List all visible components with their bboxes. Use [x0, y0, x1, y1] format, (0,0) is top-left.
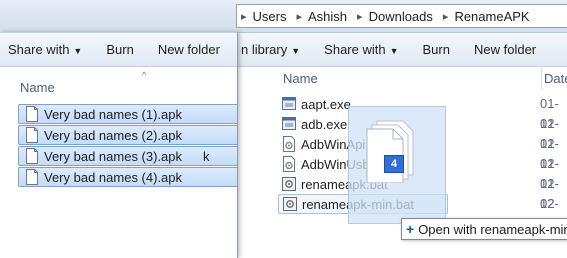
stacked-files-icon — [366, 120, 414, 183]
breadcrumb-chevron-icon: ▸ — [241, 10, 247, 23]
exe-icon — [282, 117, 296, 130]
drop-tooltip-text: Open with renameapk-min — [418, 221, 567, 237]
selected-list-item[interactable]: Very bad names (2).apk — [18, 125, 237, 145]
bat-icon — [282, 177, 296, 191]
exe-icon — [282, 97, 296, 110]
address-bar-area: ▸ Users ▸ Ashish ▸ Downloads ▸ RenameAPK — [0, 0, 567, 33]
file-name: aapt.exe — [301, 96, 351, 112]
bat-icon — [283, 197, 297, 211]
file-icon — [26, 127, 38, 143]
date-cell: 01-12 — [540, 96, 559, 131]
include-in-library-button[interactable]: n library ▼ — [237, 42, 312, 57]
burn-button[interactable]: Burn — [94, 42, 145, 57]
date-column-header[interactable]: Date — [541, 66, 567, 90]
date-cell: 01-12 — [540, 176, 559, 211]
breadcrumb-chevron-icon: ▸ — [296, 10, 303, 23]
sort-ascending-icon: ^ — [142, 70, 147, 80]
selected-list-item[interactable]: Very bad names (1).apk — [18, 104, 237, 124]
new-folder-button[interactable]: New folder — [146, 42, 232, 57]
stray-text: k — [203, 148, 210, 164]
date-cell: 01-12 — [540, 156, 559, 191]
front-toolbar: Share with ▼ Burn New folder — [0, 32, 237, 67]
share-with-button[interactable]: Share with ▼ — [312, 42, 410, 57]
date-cell: 01-12 — [540, 136, 559, 171]
drop-tooltip: + Open with renameapk-min — [401, 218, 567, 240]
file-name: Very bad names (4).apk — [44, 169, 183, 185]
burn-button[interactable]: Burn — [411, 42, 462, 57]
selected-list-item[interactable]: Very bad names (4).apk — [18, 167, 237, 187]
back-toolbar: n library ▼ Share with ▼ Burn New folder — [237, 33, 567, 67]
selected-list-item[interactable]: Very bad names (3).apk k — [18, 146, 237, 166]
dropdown-caret-icon: ▼ — [291, 46, 301, 56]
breadcrumb-chevron-icon: ▸ — [357, 10, 363, 23]
dll-icon — [283, 156, 295, 172]
date-cell: 01-12 — [540, 116, 559, 151]
breadcrumb-users[interactable]: Users — [251, 9, 293, 24]
file-icon — [26, 106, 38, 122]
new-folder-button[interactable]: New folder — [462, 42, 548, 57]
dll-icon — [283, 136, 295, 152]
dropdown-caret-icon: ▼ — [389, 46, 399, 56]
drag-count-badge: 4 — [384, 155, 404, 173]
breadcrumb-downloads[interactable]: Downloads — [367, 9, 439, 24]
file-icon — [26, 169, 38, 185]
dropdown-caret-icon: ▼ — [73, 46, 83, 56]
date-column: 01-12 01-12 01-12 01-12 01-12 02-12 — [540, 94, 567, 231]
breadcrumb-renameapk[interactable]: RenameAPK — [452, 9, 535, 24]
breadcrumb-chevron-icon: ▸ — [442, 10, 449, 23]
file-name: adb.exe — [301, 116, 348, 132]
front-file-list: Very bad names (1).apk Very bad names (2… — [18, 104, 237, 187]
file-icon — [26, 148, 38, 164]
share-with-button[interactable]: Share with ▼ — [0, 42, 94, 57]
name-column-header[interactable]: Name — [283, 66, 318, 90]
source-explorer-window: Share with ▼ Burn New folder Name ^ Very … — [0, 32, 238, 258]
file-name: Very bad names (3).apk — [44, 148, 183, 164]
name-column-header[interactable]: Name — [20, 75, 55, 99]
address-bar[interactable]: ▸ Users ▸ Ashish ▸ Downloads ▸ RenameAPK — [236, 4, 567, 28]
date-cell: 02-12 — [540, 196, 559, 231]
breadcrumb-ashish[interactable]: Ashish — [306, 9, 353, 24]
plus-icon: + — [406, 221, 415, 237]
file-name: Very bad names (2).apk — [44, 127, 183, 143]
file-name: Very bad names (1).apk — [44, 106, 183, 122]
